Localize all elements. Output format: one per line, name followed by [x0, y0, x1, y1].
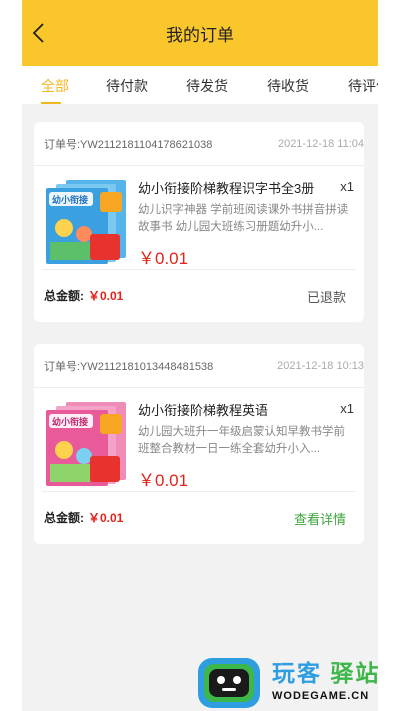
product-quantity: x1 [340, 179, 354, 194]
order-card[interactable]: 订单号:YW2112181013448481538 2021-12-18 10:… [34, 344, 364, 544]
order-number: 订单号:YW2112181104178621038 [44, 138, 213, 151]
order-date: 2021-12-18 11:04 [277, 137, 364, 150]
order-date: 2021-12-18 10:13 [277, 359, 364, 372]
product-title[interactable]: 幼小衔接阶梯教程英语 [138, 400, 334, 419]
order-item[interactable]: 幼小衔接 幼小衔接阶梯教程识字书全3册 x1 幼儿识字神器 学前班阅读课外书拼音… [42, 166, 356, 270]
watermark-domain-text: WODEGAME.CN [272, 690, 370, 702]
order-card-header: 订单号:YW2112181013448481538 2021-12-18 10:… [34, 344, 364, 388]
tab-pending-shipment[interactable]: 待发货 [186, 76, 228, 96]
svg-text:幼小衔接: 幼小衔接 [52, 416, 88, 428]
watermark-chinese-text: 玩客 驿站 [272, 660, 381, 686]
svg-text:幼小衔接: 幼小衔接 [52, 194, 88, 206]
order-card-header: 订单号:YW2112181104178621038 2021-12-18 11:… [34, 122, 364, 166]
tab-pending-payment[interactable]: 待付款 [106, 76, 148, 96]
order-status: 已退款 [306, 289, 346, 305]
order-card-footer: 总金额: ￥0.01 已退款 [34, 270, 364, 322]
order-item[interactable]: 幼小衔接 幼小衔接阶梯教程英语 x1 幼儿园大班升一年级启蒙认知早教书学前班整合… [42, 388, 356, 492]
product-price: ￥0.01 [138, 249, 189, 268]
product-image: 幼小衔接 [46, 402, 126, 486]
total-amount-label: 总金额: [44, 289, 84, 303]
page-title: 我的订单 [166, 25, 234, 45]
tab-pending-review[interactable]: 待评价 [348, 76, 378, 96]
product-title[interactable]: 幼小衔接阶梯教程识字书全3册 [138, 178, 334, 197]
total-amount-value: ￥0.01 [88, 511, 124, 525]
total-amount-label: 总金额: [44, 511, 84, 525]
order-tabs: 全部 待付款 待发货 待收货 待评价 [22, 66, 378, 104]
active-tab-indicator [41, 102, 61, 104]
tab-pending-receipt[interactable]: 待收货 [267, 76, 309, 96]
view-details-button[interactable]: 查看详情 [294, 509, 346, 528]
site-watermark: 玩客 驿站 WODEGAME.CN [192, 652, 400, 710]
product-description: 幼儿园大班升一年级启蒙认知早教书学前班整合教材一日一练全套幼升小入... [138, 426, 345, 455]
order-number: 订单号:YW2112181013448481538 [44, 360, 214, 373]
product-price: ￥0.01 [138, 471, 189, 490]
header-bar: 我的订单 [22, 0, 378, 66]
robot-logo-icon [198, 658, 260, 708]
product-quantity: x1 [340, 401, 354, 416]
product-image: 幼小衔接 [46, 180, 126, 264]
order-card[interactable]: 订单号:YW2112181104178621038 2021-12-18 11:… [34, 122, 364, 322]
tab-all[interactable]: 全部 [41, 76, 69, 96]
total-amount-value: ￥0.01 [88, 289, 124, 303]
product-description: 幼儿识字神器 学前班阅读课外书拼音拼读故事书 幼儿园大班练习册题幼升小... [138, 204, 349, 233]
order-list-screen: 我的订单 全部 待付款 待发货 待收货 待评价 订单号:YW2112181104… [22, 0, 378, 711]
order-card-footer: 总金额: ￥0.01 查看详情 [34, 492, 364, 544]
chevron-left-icon[interactable] [30, 22, 48, 44]
